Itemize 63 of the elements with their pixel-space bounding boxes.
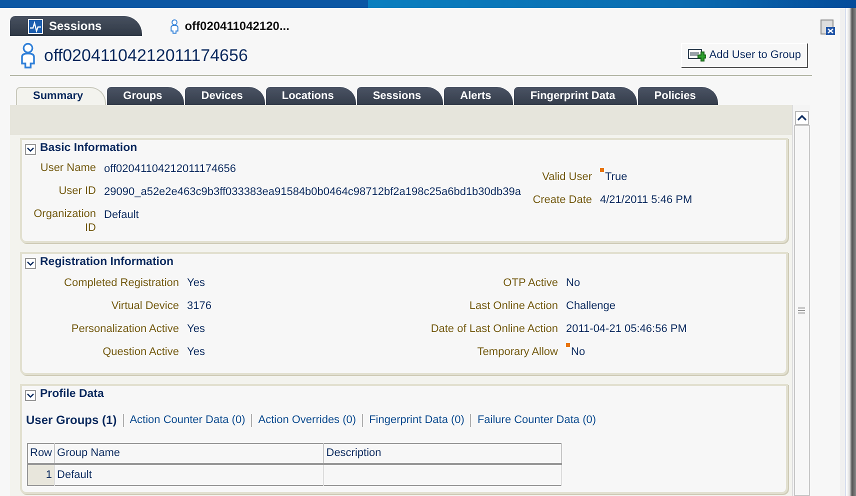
field-value: No [565, 276, 580, 291]
person-icon [170, 18, 179, 34]
field-label: User ID [58, 184, 96, 198]
collapse-icon[interactable] [25, 390, 36, 400]
field-value: No [558, 344, 586, 360]
field-value: 29090_a52e2e463c9b3ff033383ea91584b0b0464c98712bf2a198c25a6bd1b30db39a [103, 185, 522, 200]
user-icon [20, 42, 36, 69]
field-label: Date of Last Online Action [430, 322, 558, 337]
section-title: Basic Information [40, 141, 138, 156]
tab[interactable]: Groups [107, 87, 184, 105]
field-value: off02041104212011174656 [103, 162, 236, 177]
field-label: Create Date [532, 193, 592, 208]
tab[interactable]: Sessions [356, 87, 444, 105]
field-label: Question Active [102, 345, 179, 360]
scroll-up-icon[interactable] [794, 111, 808, 125]
sub-tab-link[interactable]: Action Overrides (0) [252, 412, 362, 428]
column-header[interactable]: Row [28, 444, 55, 464]
scroll-thumb[interactable] [794, 125, 810, 496]
document-tab[interactable]: Sessions [10, 16, 142, 36]
sub-tab-link[interactable]: Action Counter Data (0) [124, 412, 252, 428]
sub-tab-link[interactable]: User Groups (1) [26, 411, 123, 429]
column-header[interactable]: Description [324, 444, 562, 464]
tab[interactable]: Locations [266, 87, 356, 105]
field-value: Yes [186, 322, 205, 337]
collapse-icon[interactable] [25, 144, 36, 154]
document-tab[interactable]: off020411042120... [160, 16, 300, 36]
tab[interactable]: Devices [185, 87, 265, 105]
field-value: 3176 [186, 299, 212, 314]
row-number: 1 [28, 464, 55, 486]
field-label: Personalization Active [70, 322, 179, 337]
collapse-icon[interactable] [25, 258, 36, 268]
tab[interactable]: Summary [16, 87, 106, 105]
vertical-scrollbar[interactable] [792, 105, 810, 496]
field-label: OTP Active [502, 276, 558, 291]
field-label: Organization ID [32, 207, 96, 235]
add-group-icon [688, 48, 706, 64]
field-value: Default [103, 208, 139, 223]
sub-tab-link[interactable]: Fingerprint Data (0) [363, 412, 470, 428]
tab[interactable]: Policies [638, 87, 718, 105]
section-title: Registration Information [40, 255, 174, 270]
close-window-icon[interactable] [820, 19, 836, 36]
field-value: 2011-04-21 05:46:56 PM [565, 322, 687, 337]
field-value: Yes [186, 345, 205, 360]
add-user-to-group-button[interactable]: Add User to Group [681, 43, 808, 68]
field-value: 4/21/2011 5:46 PM [599, 193, 692, 208]
field-label: Completed Registration [63, 276, 179, 291]
field-value: Challenge [565, 299, 616, 314]
field-value: Yes [186, 276, 205, 291]
grip-icon [798, 307, 805, 314]
field-label: Temporary Allow [476, 345, 558, 360]
activity-document-icon [28, 18, 43, 34]
column-header[interactable]: Group Name [54, 444, 324, 464]
field-value: True [592, 169, 628, 186]
field-label: Last Online Action [468, 299, 558, 314]
field-label: User Name [39, 161, 96, 175]
section-title: Profile Data [40, 387, 104, 402]
table-cell: Default [54, 464, 324, 486]
tab[interactable]: Alerts [444, 87, 514, 105]
field-label: Virtual Device [110, 299, 179, 314]
sub-tab-link[interactable]: Failure Counter Data (0) [471, 412, 602, 428]
field-label: Valid User [541, 170, 592, 185]
tab[interactable]: Fingerprint Data [514, 87, 638, 105]
user-title: off02041104212011174656 [44, 44, 248, 67]
